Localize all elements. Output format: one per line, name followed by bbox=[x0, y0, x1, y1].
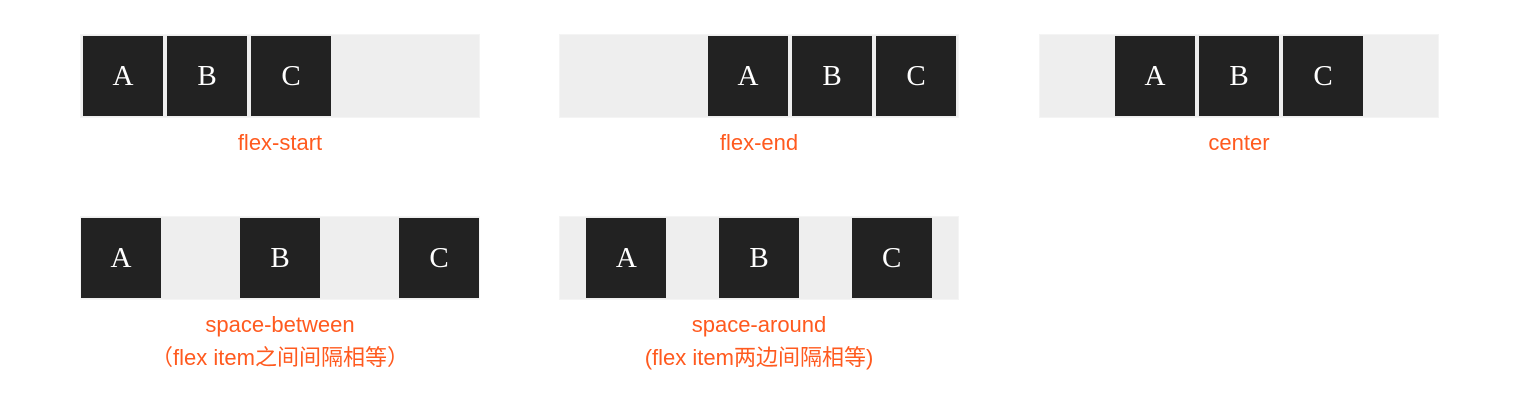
caption-subtitle: （flex item之间间隔相等） bbox=[151, 345, 409, 370]
flex-container: A B C bbox=[1039, 34, 1439, 118]
flex-item-c: C bbox=[251, 36, 331, 116]
flex-container: A B C bbox=[80, 34, 480, 118]
flex-item-c: C bbox=[1283, 36, 1363, 116]
flex-item-a: A bbox=[81, 218, 161, 298]
caption: center bbox=[1039, 126, 1439, 159]
flex-item-c: C bbox=[399, 218, 479, 298]
flex-container: A B C bbox=[559, 216, 959, 300]
caption: flex-end bbox=[559, 126, 959, 159]
demo-center: A B C center bbox=[1039, 34, 1439, 159]
caption-title: space-around bbox=[691, 312, 827, 337]
flex-item-c: C bbox=[876, 36, 956, 116]
flex-item-b: B bbox=[718, 218, 799, 298]
flex-item-a: A bbox=[586, 218, 667, 298]
caption-title: center bbox=[1208, 130, 1270, 155]
flex-item-b: B bbox=[167, 36, 247, 116]
caption-title: flex-end bbox=[719, 130, 799, 155]
flex-container: A B C bbox=[80, 216, 480, 300]
caption: flex-start bbox=[80, 126, 480, 159]
demo-flex-end: A B C flex-end bbox=[559, 34, 959, 159]
flex-item-b: B bbox=[1199, 36, 1279, 116]
flex-container: A B C bbox=[559, 34, 959, 118]
caption-title: space-between bbox=[205, 312, 355, 337]
caption-subtitle: (flex item两边间隔相等) bbox=[644, 345, 874, 370]
demo-space-around: A B C space-around (flex item两边间隔相等) bbox=[559, 216, 959, 374]
flex-item-c: C bbox=[851, 218, 932, 298]
demo-space-between: A B C space-between （flex item之间间隔相等） bbox=[80, 216, 480, 374]
flex-item-b: B bbox=[240, 218, 320, 298]
flex-item-b: B bbox=[792, 36, 872, 116]
caption: space-between （flex item之间间隔相等） bbox=[80, 308, 480, 374]
caption: space-around (flex item两边间隔相等) bbox=[559, 308, 959, 374]
flex-item-a: A bbox=[1115, 36, 1195, 116]
caption-title: flex-start bbox=[237, 130, 323, 155]
flex-item-a: A bbox=[708, 36, 788, 116]
flex-item-a: A bbox=[83, 36, 163, 116]
demo-flex-start: A B C flex-start bbox=[80, 34, 480, 159]
